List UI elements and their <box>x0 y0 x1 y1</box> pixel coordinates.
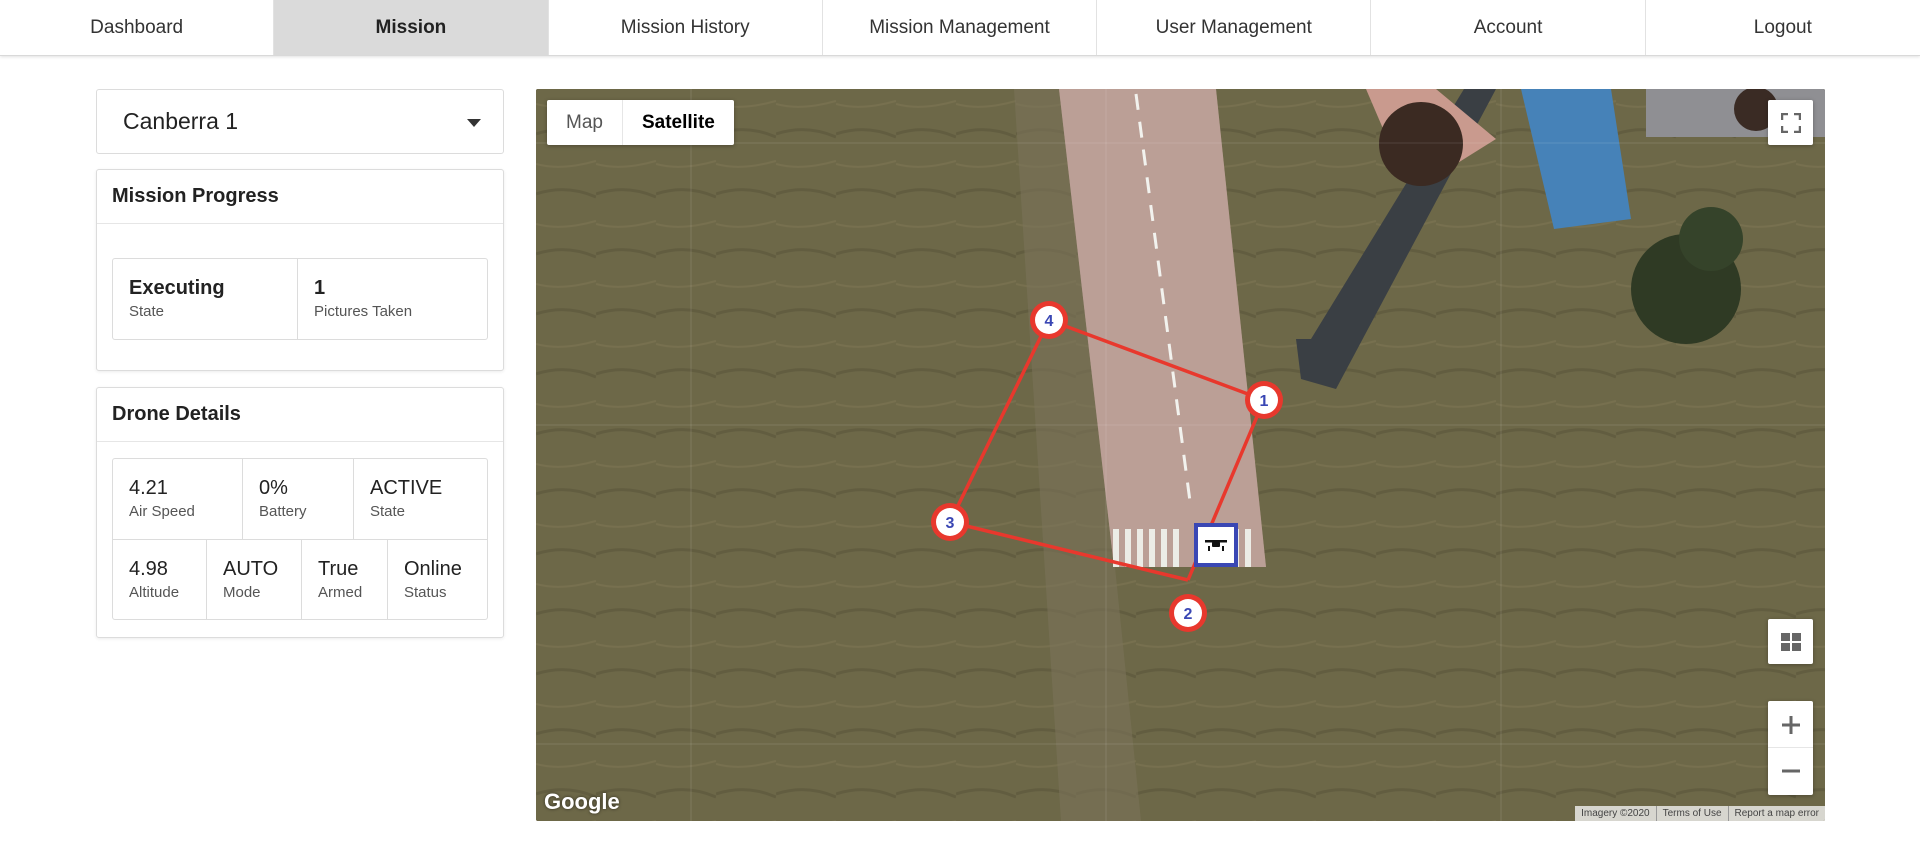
layers-button[interactable] <box>1768 619 1813 664</box>
stat-value: 4.98 <box>129 558 168 580</box>
stat-label: Pictures Taken <box>314 303 413 320</box>
google-logo: Google <box>544 789 620 814</box>
stat-label: State <box>129 303 165 320</box>
stat-battery: 0% Battery <box>243 459 354 539</box>
stat-label: Altitude <box>129 584 180 601</box>
stat-pictures-taken: 1 Pictures Taken <box>298 259 487 339</box>
drone-details-stats: 4.21 Air Speed 0% Battery ACTIVE State 4… <box>112 458 488 620</box>
nav-tab-mission[interactable]: Mission <box>274 0 549 55</box>
route-segment-3-4 <box>948 319 1051 523</box>
stat-value: AUTO <box>223 558 279 580</box>
stat-value: 4.21 <box>129 477 168 499</box>
drone-details-card: Drone Details 4.21 Air Speed 0% Battery … <box>96 387 504 638</box>
stat-value: 0% <box>259 477 288 499</box>
stat-label: Armed <box>318 584 363 601</box>
mission-map[interactable]: 1 2 3 4 Map Satellite Google Imagery ©20… <box>536 89 1825 821</box>
stat-armed: True Armed <box>302 540 388 619</box>
stat-mission-state: Executing State <box>113 259 298 339</box>
stat-status: Online Status <box>388 540 487 619</box>
stat-value: 1 <box>314 277 326 299</box>
zoom-in-button[interactable] <box>1768 702 1813 748</box>
zoom-out-icon <box>1781 769 1800 773</box>
nav-tab-account[interactable]: Account <box>1371 0 1646 55</box>
mission-progress-stats: Executing State 1 Pictures Taken <box>112 258 488 340</box>
map-type-satellite-button[interactable]: Satellite <box>621 100 734 145</box>
stat-label: State <box>370 503 406 520</box>
stat-air-speed: 4.21 Air Speed <box>113 459 243 539</box>
stat-value: Online <box>404 558 462 580</box>
stat-value: Executing <box>129 277 225 299</box>
map-type-control: Map Satellite <box>547 100 734 145</box>
drone-icon <box>1205 540 1227 551</box>
stat-label: Battery <box>259 503 307 520</box>
stat-altitude: 4.98 Altitude <box>113 540 207 619</box>
stat-value: True <box>318 558 359 580</box>
zoom-control <box>1768 701 1813 795</box>
top-nav: Dashboard Mission Mission History Missio… <box>0 0 1920 56</box>
nav-tab-user-management[interactable]: User Management <box>1097 0 1372 55</box>
zoom-in-icon <box>1781 715 1800 734</box>
mission-route <box>948 318 1266 582</box>
route-segment-4-1 <box>1048 318 1265 402</box>
terms-of-use-link[interactable]: Terms of Use <box>1655 806 1728 821</box>
route-segment-2-3 <box>949 520 1189 582</box>
map-attribution: Imagery ©2020 Terms of Use Report a map … <box>1575 806 1825 821</box>
mission-progress-card: Mission Progress Executing State 1 Pictu… <box>96 169 504 371</box>
stat-mode: AUTO Mode <box>207 540 302 619</box>
map-type-map-button[interactable]: Map <box>547 100 622 145</box>
stat-value: ACTIVE <box>370 477 443 499</box>
layers-icon <box>1780 632 1801 651</box>
imagery-credit: Imagery ©2020 <box>1581 808 1650 819</box>
drone-marker[interactable] <box>1194 523 1238 567</box>
fullscreen-button[interactable] <box>1768 100 1813 145</box>
mission-select-value: Canberra 1 <box>123 108 239 134</box>
stat-label: Status <box>404 584 447 601</box>
stat-label: Mode <box>223 584 261 601</box>
drone-details-title: Drone Details <box>97 388 503 442</box>
mission-select[interactable]: Canberra 1 <box>96 89 504 154</box>
chevron-down-icon <box>467 119 481 127</box>
zoom-out-button[interactable] <box>1768 748 1813 794</box>
stat-label: Air Speed <box>129 503 195 520</box>
report-map-error-link[interactable]: Report a map error <box>1727 806 1825 821</box>
nav-tab-mission-management[interactable]: Mission Management <box>823 0 1098 55</box>
fullscreen-icon <box>1780 112 1801 133</box>
nav-tab-mission-history[interactable]: Mission History <box>549 0 823 55</box>
nav-tab-dashboard[interactable]: Dashboard <box>0 0 275 55</box>
stat-drone-state: ACTIVE State <box>354 459 487 539</box>
mission-progress-title: Mission Progress <box>97 170 503 224</box>
nav-tab-logout[interactable]: Logout <box>1646 0 1920 55</box>
